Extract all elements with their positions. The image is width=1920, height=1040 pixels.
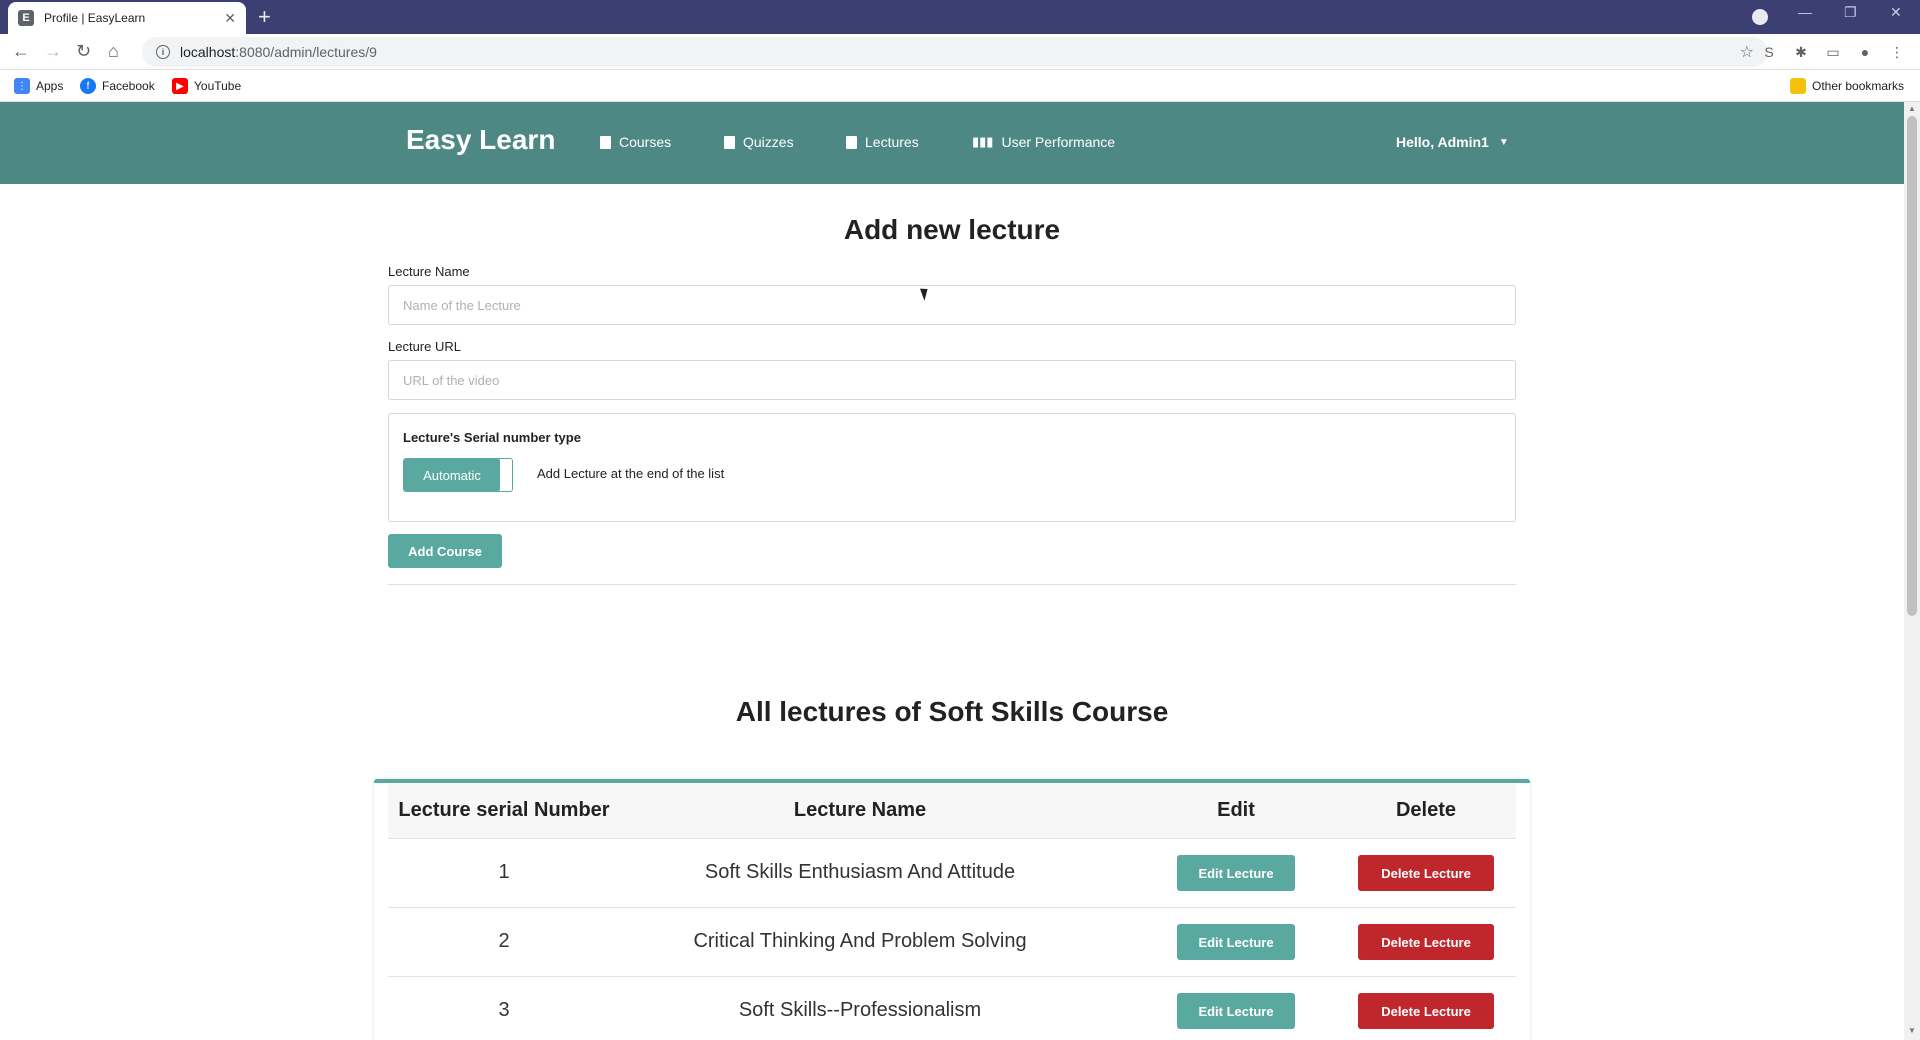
site-info-icon[interactable]: i	[156, 45, 170, 59]
divider	[388, 584, 1516, 585]
lecture-name: Soft Skills--Professionalism	[738, 999, 982, 1021]
youtube-icon: ▶	[172, 78, 188, 94]
browser-menu-icon[interactable]: ⋮	[1888, 43, 1906, 61]
column-header: Edit	[1217, 799, 1255, 821]
nav-label: User Performance	[1001, 134, 1116, 150]
form-title: Add new lecture	[843, 214, 1061, 245]
table-header: Lecture serial Number Lecture Name Edit …	[388, 783, 1516, 839]
bar-chart-icon: ▮▮▮	[972, 134, 994, 149]
lecture-url-input[interactable]: URL of the video	[388, 360, 1516, 400]
toggle-on-label: Automatic	[404, 459, 500, 491]
bookmark-label: YouTube	[194, 79, 242, 93]
page-content: Easy Learn Courses Quizzes Lectures ▮▮▮ …	[0, 102, 1904, 1040]
scroll-up-icon[interactable]: ▲	[1908, 104, 1916, 113]
column-header: Delete	[1395, 799, 1457, 821]
bookmarks-bar: ⋮ Apps f Facebook ▶ YouTube Other bookma…	[0, 70, 1920, 102]
nav-label: Courses	[619, 134, 672, 150]
serial-type-description: Add Lecture at the end of the list	[537, 466, 725, 481]
bookmark-youtube[interactable]: ▶ YouTube	[172, 78, 241, 94]
edit-lecture-button[interactable]: Edit Lecture	[1177, 924, 1295, 960]
lecture-name-input[interactable]: Name of the Lecture	[388, 285, 1516, 325]
column-header: Lecture Name	[793, 799, 927, 821]
table-row: 1 Soft Skills Enthusiasm And Attitude Ed…	[388, 839, 1516, 908]
page-scrollbar[interactable]: ▲ ▼	[1904, 102, 1920, 1040]
extensions-puzzle-icon[interactable]: ✱	[1792, 43, 1810, 61]
lecture-serial: 2	[498, 930, 510, 952]
browser-toolbar: ← → ↻ ⌂ i localhost:8080/admin/lectures/…	[0, 34, 1920, 70]
restore-icon[interactable]: ❐	[1844, 4, 1857, 21]
tab-search-icon[interactable]	[1752, 9, 1768, 25]
extension-s-icon[interactable]: S	[1760, 43, 1778, 61]
user-dropdown[interactable]: Hello, Admin1 ▼	[1396, 134, 1509, 150]
column-header: Lecture serial Number	[398, 799, 610, 821]
close-window-icon[interactable]: ✕	[1890, 4, 1902, 21]
folder-icon	[1790, 78, 1806, 94]
delete-lecture-button[interactable]: Delete Lecture	[1358, 924, 1494, 960]
bookmark-star-icon[interactable]: ☆	[1740, 42, 1754, 62]
home-icon[interactable]: ⌂	[108, 41, 119, 62]
browser-tab-strip: E Profile | EasyLearn ✕ + — ❐ ✕	[0, 0, 1920, 34]
easylearn-favicon-icon: E	[18, 10, 34, 26]
new-tab-icon[interactable]: +	[258, 4, 271, 30]
lecture-serial: 1	[498, 861, 510, 883]
nav-courses[interactable]: Courses	[600, 134, 671, 150]
site-navbar: Easy Learn Courses Quizzes Lectures ▮▮▮ …	[0, 102, 1904, 184]
clipboard-icon	[846, 135, 857, 149]
lecture-url-label: Lecture URL	[388, 339, 461, 354]
facebook-icon: f	[80, 78, 96, 94]
nav-label: Quizzes	[743, 134, 794, 150]
lecture-name: Soft Skills Enthusiasm And Attitude	[704, 861, 1016, 883]
nav-quizzes[interactable]: Quizzes	[724, 134, 794, 150]
url-path: :8080/admin/lectures/9	[235, 44, 377, 60]
nav-label: Lectures	[865, 134, 919, 150]
forward-icon[interactable]: →	[44, 41, 62, 62]
nav-lectures[interactable]: Lectures	[846, 134, 919, 150]
edit-lecture-button[interactable]: Edit Lecture	[1177, 855, 1295, 891]
url-host: localhost	[180, 44, 236, 60]
serial-type-label: Lecture's Serial number type	[403, 430, 581, 445]
table-row: 3 Soft Skills--Professionalism Edit Lect…	[388, 977, 1516, 1040]
profile-avatar-icon[interactable]: ●	[1856, 43, 1874, 61]
add-course-button[interactable]: Add Course	[388, 534, 502, 568]
bookmark-facebook[interactable]: f Facebook	[80, 78, 155, 94]
scroll-down-icon[interactable]: ▼	[1908, 1026, 1916, 1035]
table-row: 2 Critical Thinking And Problem Solving …	[388, 908, 1516, 977]
delete-lecture-button[interactable]: Delete Lecture	[1358, 993, 1494, 1029]
other-bookmarks[interactable]: Other bookmarks	[1790, 78, 1904, 94]
bookmark-apps[interactable]: ⋮ Apps	[14, 78, 63, 94]
lectures-table: Lecture serial Number Lecture Name Edit …	[374, 779, 1530, 1040]
lecture-name: Critical Thinking And Problem Solving	[693, 930, 1027, 952]
nav-user-performance[interactable]: ▮▮▮ User Performance	[972, 134, 1115, 150]
edit-lecture-button[interactable]: Edit Lecture	[1177, 993, 1295, 1029]
other-bookmarks-label: Other bookmarks	[1812, 79, 1905, 93]
lecture-name-label: Lecture Name	[388, 264, 470, 279]
user-greeting: Hello, Admin1	[1396, 134, 1489, 150]
book-icon	[600, 135, 611, 149]
lecture-serial: 3	[498, 999, 510, 1021]
bookmark-label: Apps	[36, 79, 64, 93]
caret-down-icon: ▼	[1498, 136, 1509, 148]
browser-tab[interactable]: E Profile | EasyLearn ✕	[8, 2, 246, 34]
address-bar[interactable]: i localhost:8080/admin/lectures/9 ☆	[142, 37, 1768, 67]
serial-type-toggle[interactable]: Automatic	[403, 458, 513, 492]
tab-title: Profile | EasyLearn	[44, 11, 146, 25]
back-icon[interactable]: ←	[12, 41, 30, 62]
bookmark-label: Facebook	[102, 79, 155, 93]
clipboard-icon	[724, 135, 735, 149]
brand-logo[interactable]: Easy Learn	[406, 124, 555, 156]
minimize-icon[interactable]: —	[1798, 4, 1812, 20]
apps-grid-icon: ⋮	[14, 78, 30, 94]
lectures-title: All lectures of Soft Skills Course	[735, 696, 1169, 727]
serial-number-box: Lecture's Serial number type Automatic A…	[388, 413, 1516, 522]
reload-icon[interactable]: ↻	[76, 41, 91, 62]
close-tab-icon[interactable]: ✕	[224, 10, 236, 27]
scrollbar-thumb[interactable]	[1907, 116, 1917, 616]
delete-lecture-button[interactable]: Delete Lecture	[1358, 855, 1494, 891]
cast-icon[interactable]: ▭	[1824, 43, 1842, 61]
